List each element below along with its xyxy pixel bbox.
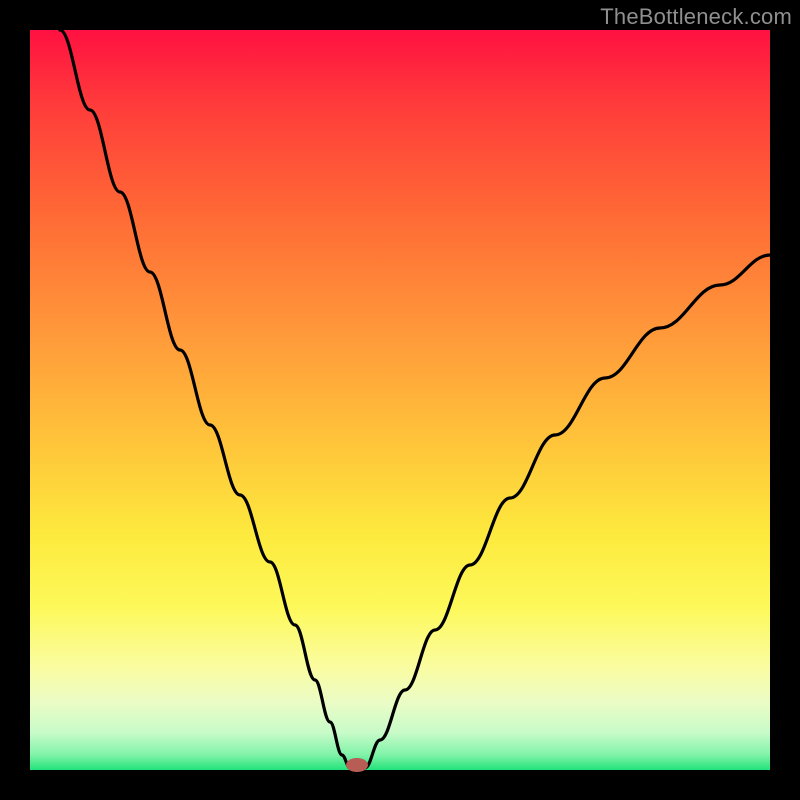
curve-svg (30, 30, 770, 770)
valley-marker (346, 758, 368, 772)
chart-frame: TheBottleneck.com (0, 0, 800, 800)
curve-right-branch (365, 255, 770, 768)
watermark-text: TheBottleneck.com (600, 4, 792, 30)
curve-left-branch (60, 30, 350, 768)
plot-area (30, 30, 770, 770)
